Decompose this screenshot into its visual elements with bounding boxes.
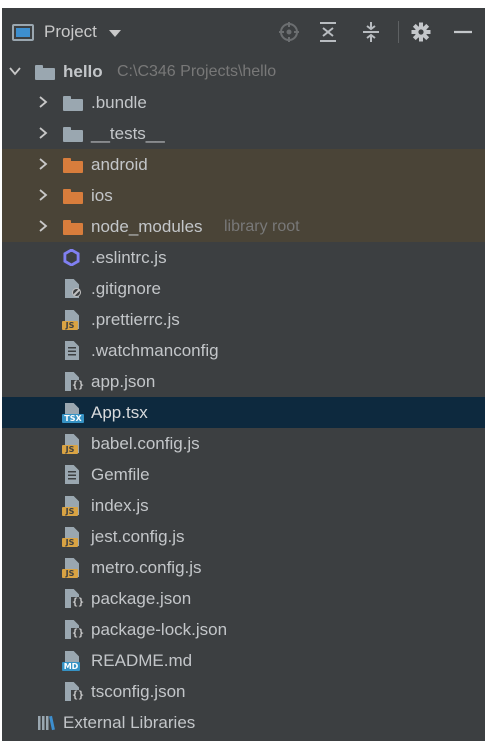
project-toolbar: Project xyxy=(2,8,485,56)
js-file-icon: JS xyxy=(62,527,84,547)
tree-file-package-lock-json[interactable]: {} package-lock.json xyxy=(2,614,485,645)
folder-label: ios xyxy=(91,186,113,205)
folder-label: node_modules xyxy=(91,217,203,236)
file-label: tsconfig.json xyxy=(91,682,186,701)
locate-button[interactable] xyxy=(277,20,301,44)
file-label: .gitignore xyxy=(91,279,161,298)
chevron-right-icon[interactable] xyxy=(36,188,50,202)
settings-button[interactable] xyxy=(409,20,433,44)
js-file-icon: JS xyxy=(62,310,84,330)
project-window-icon xyxy=(12,23,34,41)
gear-icon xyxy=(411,22,431,42)
tree-file-package-json[interactable]: {} package.json xyxy=(2,583,485,614)
file-label: index.js xyxy=(91,496,149,515)
tree-file-index-js[interactable]: JS index.js xyxy=(2,490,485,521)
expand-all-button[interactable] xyxy=(316,20,340,44)
tree-file-readme[interactable]: MD README.md xyxy=(2,645,485,676)
tree-file-jest-config[interactable]: JS jest.config.js xyxy=(2,521,485,552)
tsx-file-icon: TSX xyxy=(62,403,84,423)
js-file-icon: JS xyxy=(62,496,84,516)
json-file-icon: {} xyxy=(62,682,86,702)
tree-folder-ios[interactable]: ios xyxy=(2,180,485,211)
tree-file-metro-config[interactable]: JS metro.config.js xyxy=(2,552,485,583)
js-file-icon: JS xyxy=(62,434,84,454)
tree-file-prettierrc[interactable]: JS .prettierrc.js xyxy=(2,304,485,335)
hide-panel-button[interactable] xyxy=(451,20,475,44)
chevron-right-icon[interactable] xyxy=(36,95,50,109)
collapse-all-button[interactable] xyxy=(359,20,383,44)
chevron-down-icon[interactable] xyxy=(8,64,22,78)
folder-icon xyxy=(62,217,84,237)
chevron-right-icon[interactable] xyxy=(36,126,50,140)
tree-folder-bundle[interactable]: .bundle xyxy=(2,87,485,118)
file-label: app.json xyxy=(91,372,156,391)
tree-file-app-tsx[interactable]: TSX App.tsx xyxy=(2,397,485,428)
file-label: package.json xyxy=(91,589,192,608)
file-label: .watchmanconfig xyxy=(91,341,219,360)
folder-label: android xyxy=(91,155,148,174)
folder-label: .bundle xyxy=(91,93,147,112)
chevron-right-icon[interactable] xyxy=(36,219,50,233)
folder-icon xyxy=(62,186,84,206)
file-label: jest.config.js xyxy=(91,527,185,546)
file-label: .eslintrc.js xyxy=(91,248,167,267)
folder-icon xyxy=(62,93,84,113)
file-label: .prettierrc.js xyxy=(91,310,180,329)
file-label: babel.config.js xyxy=(91,434,200,453)
chevron-down-icon xyxy=(108,29,121,37)
file-label: Gemfile xyxy=(91,465,150,484)
folder-label: __tests__ xyxy=(91,124,165,143)
tree-folder-tests[interactable]: __tests__ xyxy=(2,118,485,149)
tree-file-gemfile[interactable]: Gemfile xyxy=(2,459,485,490)
tree-file-app-json[interactable]: {} app.json xyxy=(2,366,485,397)
project-view-label: Project xyxy=(44,22,97,41)
file-label: README.md xyxy=(91,651,193,670)
md-file-icon: MD xyxy=(62,651,84,671)
chevron-right-icon[interactable] xyxy=(36,157,50,171)
folder-icon xyxy=(62,124,84,144)
text-file-icon xyxy=(62,465,84,485)
expand-all-icon xyxy=(320,22,336,42)
minimize-icon xyxy=(454,30,472,34)
tree-file-gitignore[interactable]: .gitignore xyxy=(2,273,485,304)
json-file-icon: {} xyxy=(62,589,86,609)
ignore-file-icon xyxy=(62,279,84,299)
file-label: package-lock.json xyxy=(91,620,228,639)
text-file-icon xyxy=(62,341,84,361)
library-root-hint: library root xyxy=(224,218,300,235)
json-file-icon: {} xyxy=(62,372,86,392)
js-file-icon: JS xyxy=(62,558,84,578)
project-view-selector[interactable]: Project xyxy=(12,19,121,45)
collapse-all-icon xyxy=(363,22,379,42)
tree-root-hello[interactable]: hello C:\C346 Projects\hello xyxy=(2,56,485,87)
tree-external-libraries[interactable]: External Libraries xyxy=(2,707,485,738)
root-folder-path: C:\C346 Projects\hello xyxy=(117,63,277,80)
tree-file-eslintrc[interactable]: .eslintrc.js xyxy=(2,242,485,273)
tree-folder-android[interactable]: android xyxy=(2,149,485,180)
root-folder-name: hello xyxy=(63,62,103,81)
tree-file-tsconfig[interactable]: {} tsconfig.json xyxy=(2,676,485,707)
file-label: metro.config.js xyxy=(91,558,202,577)
folder-icon xyxy=(62,155,84,175)
tree-folder-node-modules[interactable]: node_modules library root xyxy=(2,211,485,242)
json-file-icon: {} xyxy=(62,620,86,640)
external-libraries-label: External Libraries xyxy=(63,713,196,732)
file-label: App.tsx xyxy=(91,403,148,422)
toolbar-separator xyxy=(398,21,399,43)
folder-icon xyxy=(34,62,56,82)
project-tool-window: Project hello C:\C346 Projects\hello .bu… xyxy=(2,8,485,741)
tree-file-babel-config[interactable]: JS babel.config.js xyxy=(2,428,485,459)
library-icon xyxy=(34,712,56,732)
locate-icon xyxy=(279,22,299,42)
tree-file-watchmanconfig[interactable]: .watchmanconfig xyxy=(2,335,485,366)
eslint-icon xyxy=(62,248,84,268)
